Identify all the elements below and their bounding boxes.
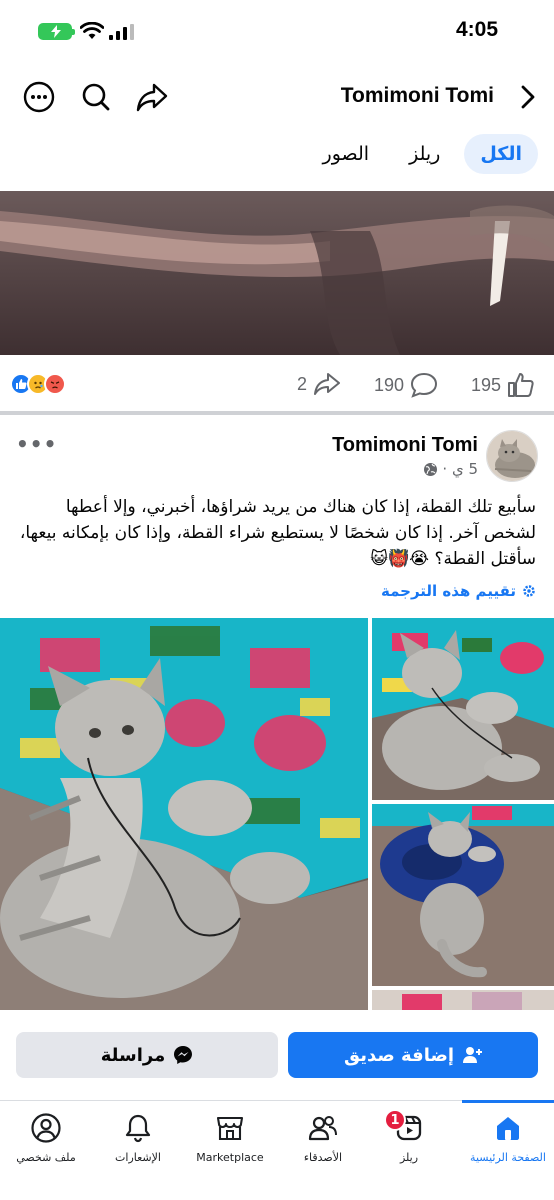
nav-label-reels: ريلز <box>399 1151 419 1164</box>
status-bar: 4:05 <box>0 0 554 64</box>
post-photo-4[interactable] <box>372 990 554 1010</box>
more-icon <box>23 81 55 113</box>
add-friend-icon <box>463 1047 483 1063</box>
signal-icon <box>109 24 134 40</box>
globe-icon <box>424 462 438 476</box>
post-photo-1[interactable] <box>0 618 368 1010</box>
post-time: 5 ي · <box>442 460 478 478</box>
post-more-button[interactable]: ••• <box>16 432 57 456</box>
profile-icon <box>31 1113 61 1143</box>
post-author-name[interactable]: Tomimoni Tomi <box>332 434 478 457</box>
more-options-button[interactable] <box>20 78 58 116</box>
share-icon <box>314 373 341 395</box>
share-icon <box>136 83 168 112</box>
likes-stat[interactable]: 195 <box>471 372 535 398</box>
page-title: Tomimoni Tomi <box>340 84 494 107</box>
nav-label-notifications: الإشعارات <box>115 1151 161 1164</box>
profile-actions: إضافة صديق مراسلة <box>0 1022 554 1092</box>
nav-item-marketplace[interactable]: Marketplace <box>184 1101 276 1181</box>
previous-post-photo[interactable] <box>0 191 554 355</box>
marketplace-icon <box>216 1116 244 1141</box>
search-button[interactable] <box>77 78 115 116</box>
post-photo-3[interactable] <box>372 804 554 986</box>
share-button[interactable] <box>133 78 171 116</box>
chevron-right-icon[interactable] <box>518 84 538 110</box>
comments-count: 190 <box>374 374 405 395</box>
post-photo-grid <box>0 618 554 1010</box>
post-text: سأبيع تلك القطة، إذا كان هناك من يريد شر… <box>19 497 536 569</box>
tab-reels[interactable]: ريلز <box>393 134 456 174</box>
friends-icon <box>308 1116 337 1141</box>
nav-item-reels[interactable]: 1 ريلز <box>363 1101 455 1181</box>
reaction-summary[interactable] <box>10 373 66 395</box>
messenger-icon <box>174 1046 193 1064</box>
likes-count: 195 <box>471 374 502 395</box>
rate-translation-label: تقييم هذه الترجمة <box>381 582 516 600</box>
message-label: مراسلة <box>100 1044 166 1066</box>
nav-item-friends[interactable]: الأصدقاء <box>277 1101 369 1181</box>
post-meta: 5 ي · <box>423 460 478 478</box>
reels-badge: 1 <box>384 1109 406 1131</box>
gear-icon <box>523 585 535 597</box>
angry-icon <box>44 373 66 395</box>
shares-count: 2 <box>297 373 308 394</box>
post-divider <box>0 411 554 415</box>
status-time: 4:05 <box>455 18 498 41</box>
nav-item-profile[interactable]: ملف شخصي <box>0 1101 92 1181</box>
like-icon <box>508 373 534 397</box>
tab-all[interactable]: الكل <box>464 134 538 174</box>
wifi-icon <box>80 22 104 39</box>
comment-icon <box>411 372 438 398</box>
rate-translation-link[interactable]: تقييم هذه الترجمة <box>381 582 536 600</box>
post-photo-2[interactable] <box>372 618 554 800</box>
nav-label-marketplace: Marketplace <box>196 1151 264 1164</box>
comments-stat[interactable]: 190 <box>374 372 438 398</box>
bell-icon <box>125 1114 151 1143</box>
add-friend-label: إضافة صديق <box>343 1044 455 1066</box>
reactions-bar: 2 190 195 <box>0 362 554 408</box>
shares-stat[interactable]: 2 <box>297 372 341 396</box>
bottom-nav: الصفحة الرئيسية 1 ريلز الأصدقاء Marketpl… <box>0 1100 554 1200</box>
add-friend-button[interactable]: إضافة صديق <box>288 1032 538 1078</box>
message-button[interactable]: مراسلة <box>16 1032 278 1078</box>
nav-label-home: الصفحة الرئيسية <box>470 1151 546 1164</box>
profile-header: Tomimoni Tomi <box>0 70 554 124</box>
home-icon <box>497 1117 519 1140</box>
tab-photos[interactable]: الصور <box>307 134 386 174</box>
nav-item-home[interactable]: الصفحة الرئيسية <box>462 1101 554 1181</box>
battery-icon <box>38 23 75 40</box>
nav-item-notifications[interactable]: الإشعارات <box>92 1101 184 1181</box>
nav-label-friends: الأصدقاء <box>303 1151 343 1164</box>
profile-tabs: الكل ريلز الصور <box>307 134 538 174</box>
search-icon <box>82 83 110 111</box>
author-avatar[interactable] <box>486 430 538 482</box>
nav-label-profile: ملف شخصي <box>16 1151 76 1164</box>
